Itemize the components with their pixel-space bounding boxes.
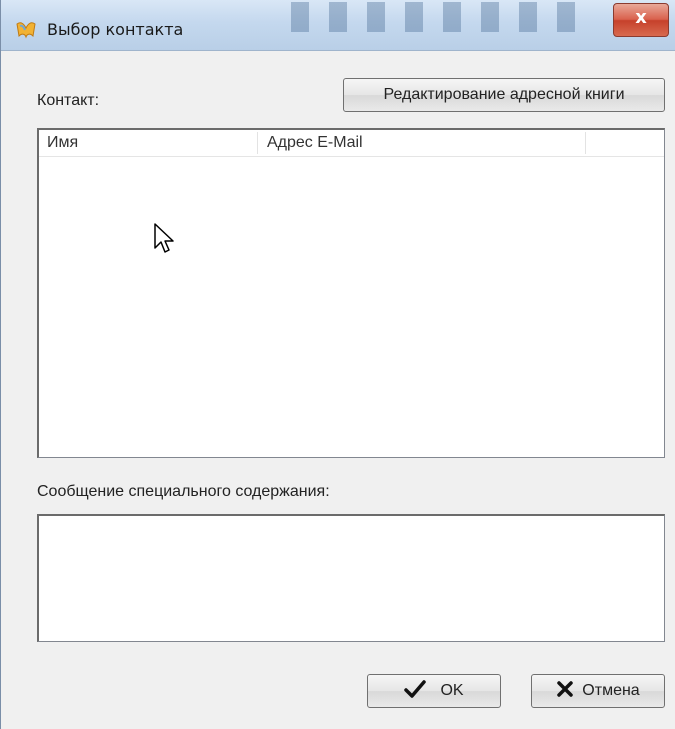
message-label: Сообщение специального содержания: <box>37 483 330 500</box>
contact-list-header: Имя Адрес E-Mail <box>39 130 664 157</box>
contact-list[interactable]: Имя Адрес E-Mail <box>37 128 665 458</box>
check-icon <box>404 679 427 703</box>
contact-picker-dialog: Выбор контакта x Контакт: Редактирование… <box>0 0 675 729</box>
column-header-email[interactable]: Адрес E-Mail <box>267 134 363 152</box>
message-textarea[interactable] <box>37 514 665 642</box>
mouse-cursor-icon <box>154 223 174 253</box>
background-toolbar-blur <box>291 2 591 32</box>
column-separator[interactable] <box>585 132 586 154</box>
column-separator[interactable] <box>257 132 258 154</box>
close-button[interactable]: x <box>613 3 669 37</box>
app-icon <box>16 22 36 39</box>
x-icon <box>556 680 574 702</box>
edit-address-book-label: Редактирование адресной книги <box>383 86 625 103</box>
window-title: Выбор контакта <box>47 20 184 39</box>
column-header-name[interactable]: Имя <box>47 134 78 152</box>
cancel-button[interactable]: Отмена <box>531 674 665 708</box>
ok-label: OK <box>440 682 464 699</box>
edit-address-book-button[interactable]: Редактирование адресной книги <box>343 78 665 112</box>
cancel-label: Отмена <box>582 682 640 699</box>
close-icon: x <box>635 7 647 28</box>
title-bar[interactable]: Выбор контакта x <box>1 0 675 51</box>
contact-label: Контакт: <box>37 92 100 109</box>
ok-button[interactable]: OK <box>367 674 501 708</box>
